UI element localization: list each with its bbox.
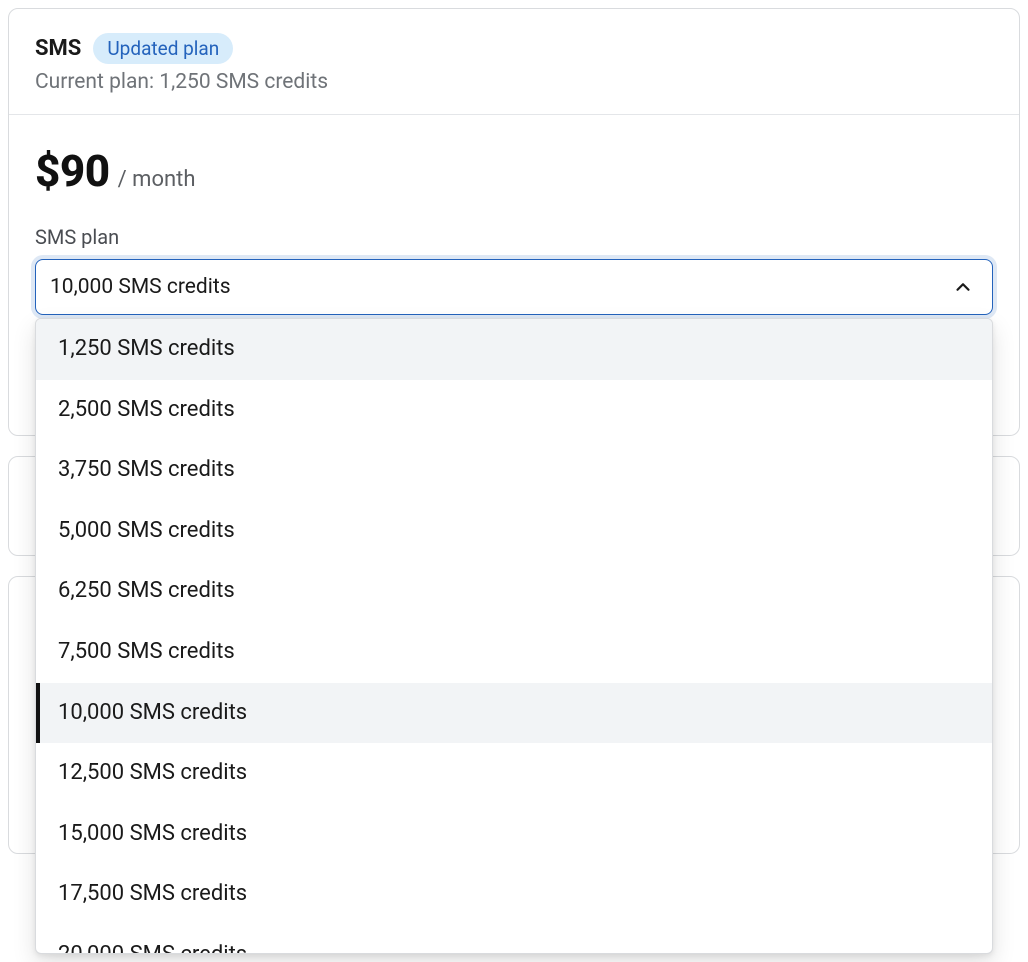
sms-plan-option[interactable]: 17,500 SMS credits <box>36 864 992 925</box>
sms-plan-label: SMS plan <box>35 225 993 249</box>
updated-plan-badge: Updated plan <box>93 33 233 64</box>
card-header: SMS Updated plan Current plan: 1,250 SMS… <box>9 9 1019 115</box>
chevron-up-icon <box>952 276 974 298</box>
sms-plan-option[interactable]: 2,500 SMS credits <box>36 380 992 441</box>
price-value: $90 <box>35 145 110 197</box>
price-row: $90 / month <box>35 145 993 197</box>
price-period: / month <box>118 167 196 192</box>
section-title: SMS <box>35 36 81 61</box>
current-plan-text: Current plan: 1,250 SMS credits <box>35 70 993 94</box>
sms-plan-dropdown[interactable]: 1,250 SMS credits2,500 SMS credits3,750 … <box>35 318 993 954</box>
sms-plan-selected-value: 10,000 SMS credits <box>50 275 231 299</box>
sms-plan-option[interactable]: 15,000 SMS credits <box>36 804 992 865</box>
sms-plan-option[interactable]: 6,250 SMS credits <box>36 561 992 622</box>
sms-plan-option[interactable]: 1,250 SMS credits <box>36 319 992 380</box>
sms-plan-option[interactable]: 10,000 SMS credits <box>36 683 992 744</box>
sms-plan-select[interactable]: 10,000 SMS credits <box>35 259 993 315</box>
sms-plan-option[interactable]: 3,750 SMS credits <box>36 440 992 501</box>
sms-plan-card: SMS Updated plan Current plan: 1,250 SMS… <box>8 8 1020 436</box>
sms-plan-option[interactable]: 7,500 SMS credits <box>36 622 992 683</box>
card-body: $90 / month SMS plan 10,000 SMS credits … <box>9 115 1019 435</box>
sms-plan-option[interactable]: 12,500 SMS credits <box>36 743 992 804</box>
sms-plan-option[interactable]: 5,000 SMS credits <box>36 501 992 562</box>
sms-plan-option[interactable]: 20,000 SMS credits <box>36 925 992 954</box>
